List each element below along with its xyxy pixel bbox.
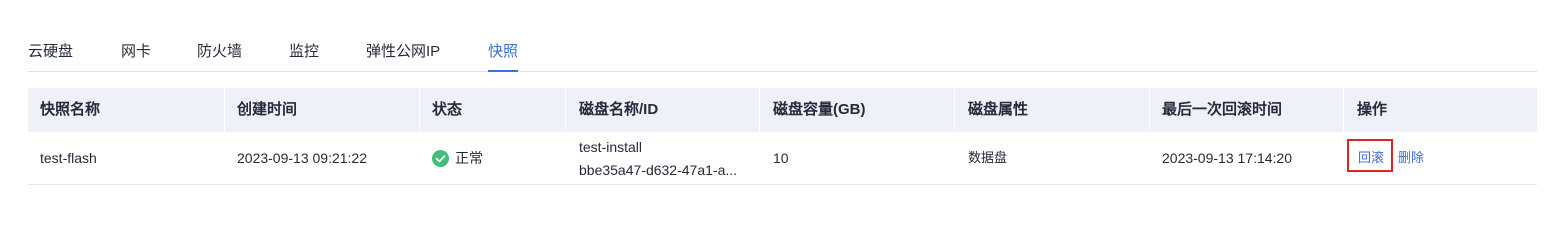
disk-name-id-cell: test-install bbe35a47-d632-47a1-a... bbox=[579, 136, 737, 182]
status-cell: 正常 bbox=[432, 132, 483, 184]
table-row: test-flash 2023-09-13 09:21:22 正常 test-i… bbox=[28, 132, 1537, 185]
column-divider bbox=[565, 88, 566, 132]
column-divider bbox=[954, 88, 955, 132]
column-header-snapshot-name: 快照名称 bbox=[40, 101, 101, 118]
column-header-last-rollback-time: 最后一次回滚时间 bbox=[1162, 101, 1283, 118]
created-time: 2023-09-13 09:21:22 bbox=[237, 150, 367, 166]
column-divider bbox=[759, 88, 760, 132]
column-header-created-time: 创建时间 bbox=[237, 101, 298, 118]
tab-network-card[interactable]: 网卡 bbox=[121, 40, 151, 61]
tab-monitoring[interactable]: 监控 bbox=[289, 40, 319, 61]
delete-button[interactable]: 删除 bbox=[1398, 132, 1424, 184]
snapshot-name: test-flash bbox=[40, 150, 97, 166]
tab-snapshot[interactable]: 快照 bbox=[488, 40, 519, 72]
tab-firewall[interactable]: 防火墙 bbox=[197, 40, 242, 61]
disk-attribute: 数据盘 bbox=[968, 150, 1008, 165]
column-header-disk-name-id: 磁盘名称/ID bbox=[579, 101, 659, 118]
column-header-disk-attribute: 磁盘属性 bbox=[968, 101, 1029, 118]
tab-bar: 云硬盘 网卡 防火墙 监控 弹性公网IP 快照 bbox=[28, 28, 1537, 72]
column-divider bbox=[419, 88, 420, 132]
snapshot-table: 快照名称 创建时间 状态 磁盘名称/ID 磁盘容量(GB) 磁盘属性 最后一次回… bbox=[28, 88, 1537, 185]
column-divider bbox=[1343, 88, 1344, 132]
disk-capacity: 10 bbox=[773, 150, 789, 166]
rollback-highlight-box bbox=[1347, 139, 1393, 172]
disk-name: test-install bbox=[579, 139, 643, 155]
status-text: 正常 bbox=[455, 150, 483, 166]
last-rollback-time: 2023-09-13 17:14:20 bbox=[1162, 150, 1292, 166]
table-header: 快照名称 创建时间 状态 磁盘名称/ID 磁盘容量(GB) 磁盘属性 最后一次回… bbox=[28, 88, 1537, 132]
disk-id: bbe35a47-d632-47a1-a... bbox=[579, 162, 738, 178]
column-divider bbox=[1149, 88, 1150, 132]
tab-cloud-disk[interactable]: 云硬盘 bbox=[28, 40, 73, 61]
column-header-disk-capacity: 磁盘容量(GB) bbox=[773, 101, 866, 118]
check-circle-icon bbox=[432, 149, 449, 167]
column-header-status: 状态 bbox=[432, 101, 463, 118]
column-header-actions: 操作 bbox=[1357, 101, 1388, 118]
tab-elastic-ip[interactable]: 弹性公网IP bbox=[366, 40, 440, 61]
column-divider bbox=[224, 88, 225, 132]
